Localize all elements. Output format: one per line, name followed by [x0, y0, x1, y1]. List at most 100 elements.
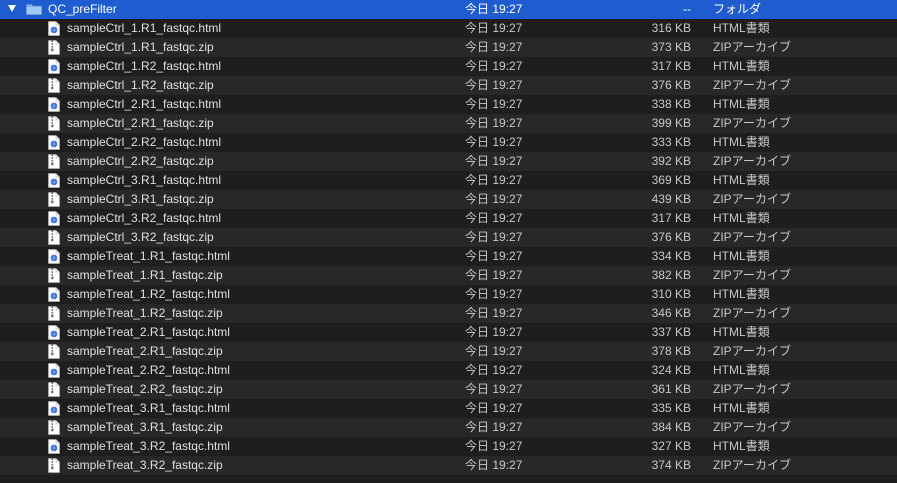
- file-kind: ZIPアーカイブ: [713, 458, 791, 472]
- folder-row[interactable]: QC_preFilter 今日 19:27 -- フォルダ: [0, 0, 897, 19]
- file-row[interactable]: sampleCtrl_1.R1_fastqc.zip 今日 19:27 373 KB…: [0, 38, 897, 57]
- file-name: sampleTreat_1.R1_fastqc.html: [67, 249, 230, 263]
- file-row[interactable]: sampleTreat_2.R2_fastqc.html 今日 19:27 324 …: [0, 361, 897, 380]
- file-size: 369 KB: [651, 173, 691, 187]
- file-row[interactable]: sampleTreat_3.R2_fastqc.zip 今日 19:27 374 K…: [0, 456, 897, 475]
- file-kind: HTML書類: [713, 21, 770, 35]
- file-kind: HTML書類: [713, 287, 770, 301]
- file-row[interactable]: sampleCtrl_3.R2_fastqc.html 今日 19:27 317 K…: [0, 209, 897, 228]
- file-row[interactable]: sampleCtrl_1.R2_fastqc.zip 今日 19:27 376 KB…: [0, 76, 897, 95]
- file-date: 今日 19:27: [465, 401, 523, 415]
- file-date: 今日 19:27: [465, 154, 523, 168]
- zip-archive-icon: [48, 230, 60, 245]
- file-kind: HTML書類: [713, 135, 770, 149]
- file-date: 今日 19:27: [465, 97, 523, 111]
- file-row[interactable]: sampleCtrl_3.R1_fastqc.html 今日 19:27 369 K…: [0, 171, 897, 190]
- file-row[interactable]: sampleTreat_2.R1_fastqc.html 今日 19:27 337 …: [0, 323, 897, 342]
- file-date: 今日 19:27: [465, 249, 523, 263]
- file-size: 333 KB: [651, 135, 691, 149]
- file-size: 346 KB: [651, 306, 691, 320]
- html-document-icon: [48, 287, 60, 302]
- file-kind: ZIPアーカイブ: [713, 230, 791, 244]
- file-name: sampleTreat_3.R2_fastqc.zip: [67, 458, 223, 472]
- file-row[interactable]: sampleCtrl_1.R2_fastqc.html 今日 19:27 317 K…: [0, 57, 897, 76]
- file-date: 今日 19:27: [465, 268, 523, 282]
- file-row[interactable]: sampleTreat_3.R1_fastqc.html 今日 19:27 335 …: [0, 399, 897, 418]
- html-document-icon: [48, 325, 60, 340]
- file-name: sampleCtrl_2.R2_fastqc.html: [67, 135, 222, 149]
- file-row[interactable]: sampleCtrl_3.R1_fastqc.zip 今日 19:27 439 KB…: [0, 190, 897, 209]
- file-row[interactable]: sampleTreat_2.R2_fastqc.zip 今日 19:27 361 K…: [0, 380, 897, 399]
- file-row[interactable]: sampleTreat_1.R1_fastqc.html 今日 19:27 334 …: [0, 247, 897, 266]
- file-date: 今日 19:27: [465, 325, 523, 339]
- folder-kind: フォルダ: [713, 2, 762, 16]
- file-date: 今日 19:27: [465, 40, 523, 54]
- html-document-icon: [48, 439, 60, 454]
- zip-archive-icon: [48, 420, 60, 435]
- file-kind: HTML書類: [713, 173, 770, 187]
- file-name: sampleTreat_1.R2_fastqc.zip: [67, 306, 223, 320]
- file-kind: ZIPアーカイブ: [713, 154, 791, 168]
- file-row[interactable]: sampleCtrl_2.R2_fastqc.zip 今日 19:27 392 KB…: [0, 152, 897, 171]
- file-kind: ZIPアーカイブ: [713, 78, 791, 92]
- file-row[interactable]: sampleCtrl_3.R2_fastqc.zip 今日 19:27 376 KB…: [0, 228, 897, 247]
- file-row[interactable]: sampleTreat_1.R2_fastqc.zip 今日 19:27 346 K…: [0, 304, 897, 323]
- file-size: 376 KB: [651, 78, 691, 92]
- zip-archive-icon: [48, 116, 60, 131]
- file-size: 373 KB: [651, 40, 691, 54]
- file-name: sampleTreat_3.R2_fastqc.html: [67, 439, 230, 453]
- zip-archive-icon: [48, 40, 60, 55]
- file-size: 374 KB: [651, 458, 691, 472]
- file-kind: ZIPアーカイブ: [713, 420, 791, 434]
- zip-archive-icon: [48, 154, 60, 169]
- file-name: sampleCtrl_2.R2_fastqc.zip: [67, 154, 214, 168]
- file-name: sampleTreat_2.R1_fastqc.zip: [67, 344, 223, 358]
- file-kind: HTML書類: [713, 363, 770, 377]
- file-name: sampleCtrl_3.R2_fastqc.html: [67, 211, 222, 225]
- file-row[interactable]: sampleCtrl_2.R2_fastqc.html 今日 19:27 333 K…: [0, 133, 897, 152]
- file-kind: HTML書類: [713, 59, 770, 73]
- file-kind: ZIPアーカイブ: [713, 192, 791, 206]
- file-row[interactable]: sampleTreat_1.R2_fastqc.html 今日 19:27 310 …: [0, 285, 897, 304]
- file-kind: ZIPアーカイブ: [713, 306, 791, 320]
- file-size: 439 KB: [651, 192, 691, 206]
- file-row[interactable]: sampleTreat_3.R2_fastqc.html 今日 19:27 327 …: [0, 437, 897, 456]
- file-row[interactable]: sampleCtrl_2.R1_fastqc.html 今日 19:27 338 K…: [0, 95, 897, 114]
- html-document-icon: [48, 249, 60, 264]
- file-size: 338 KB: [651, 97, 691, 111]
- folder-name: QC_preFilter: [48, 2, 117, 16]
- file-size: 310 KB: [651, 287, 691, 301]
- file-date: 今日 19:27: [465, 135, 523, 149]
- file-name: sampleTreat_2.R2_fastqc.zip: [67, 382, 223, 396]
- zip-archive-icon: [48, 78, 60, 93]
- html-document-icon: [48, 173, 60, 188]
- file-kind: ZIPアーカイブ: [713, 382, 791, 396]
- file-kind: ZIPアーカイブ: [713, 116, 791, 130]
- file-row[interactable]: sampleCtrl_2.R1_fastqc.zip 今日 19:27 399 KB…: [0, 114, 897, 133]
- file-row[interactable]: sampleCtrl_1.R1_fastqc.html 今日 19:27 316 K…: [0, 19, 897, 38]
- file-name: sampleCtrl_3.R2_fastqc.zip: [67, 230, 214, 244]
- file-date: 今日 19:27: [465, 116, 523, 130]
- file-name: sampleCtrl_3.R1_fastqc.html: [67, 173, 222, 187]
- html-document-icon: [48, 21, 60, 36]
- file-date: 今日 19:27: [465, 306, 523, 320]
- file-row[interactable]: sampleTreat_1.R1_fastqc.zip 今日 19:27 382 K…: [0, 266, 897, 285]
- file-row[interactable]: sampleTreat_3.R1_fastqc.zip 今日 19:27 384 K…: [0, 418, 897, 437]
- zip-archive-icon: [48, 344, 60, 359]
- disclosure-triangle-icon[interactable]: [8, 5, 16, 12]
- html-document-icon: [48, 401, 60, 416]
- file-row[interactable]: sampleTreat_2.R1_fastqc.zip 今日 19:27 378 K…: [0, 342, 897, 361]
- file-date: 今日 19:27: [465, 230, 523, 244]
- file-size: 316 KB: [651, 21, 691, 35]
- folder-size: --: [683, 2, 691, 16]
- zip-archive-icon: [48, 268, 60, 283]
- file-size: 317 KB: [651, 211, 691, 225]
- folder-icon: [26, 4, 42, 15]
- file-size: 324 KB: [651, 363, 691, 377]
- file-kind: HTML書類: [713, 325, 770, 339]
- html-document-icon: [48, 135, 60, 150]
- file-kind: HTML書類: [713, 97, 770, 111]
- folder-date: 今日 19:27: [465, 2, 523, 16]
- file-name: sampleCtrl_2.R1_fastqc.html: [67, 97, 222, 111]
- file-date: 今日 19:27: [465, 192, 523, 206]
